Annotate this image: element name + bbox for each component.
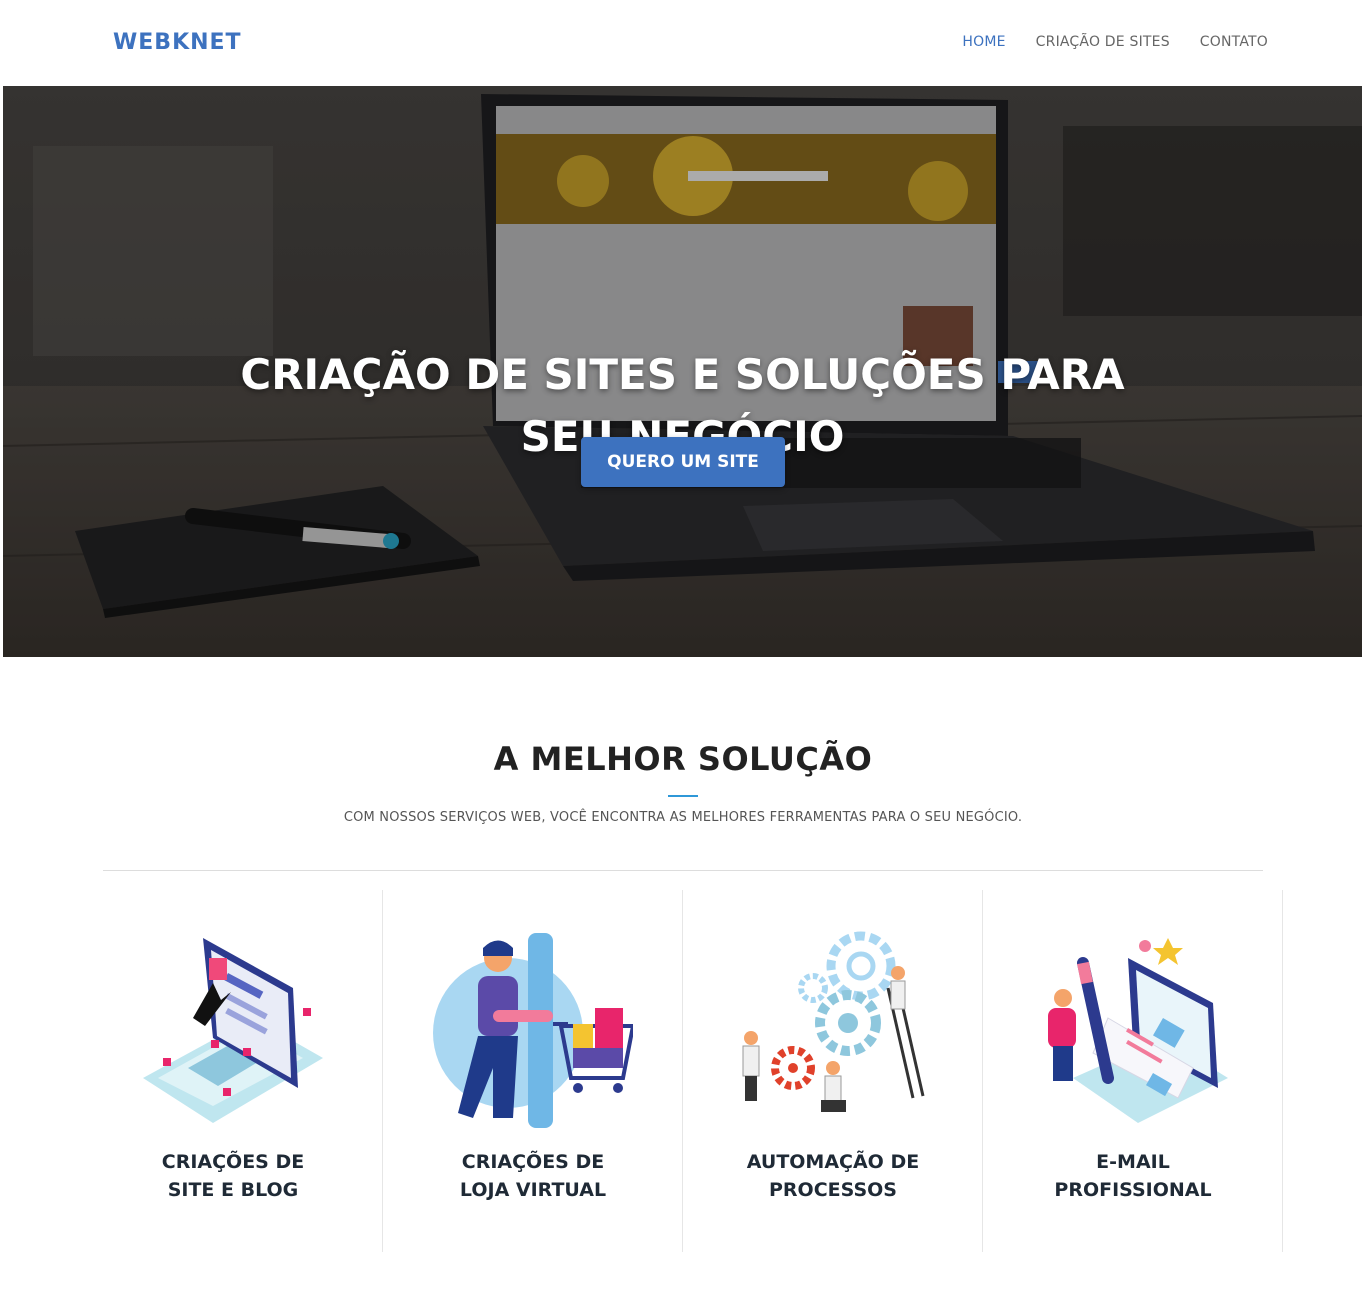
service-card-loja-virtual[interactable]: CRIAÇÕES DE LOJA VIRTUAL: [383, 890, 683, 1252]
webknet-logo[interactable]: WEBKNET: [113, 27, 253, 55]
hero-title-line1: CRIAÇÃO DE SITES E SOLUÇÕES PARA: [240, 350, 1125, 399]
nav-criacao-de-sites[interactable]: CRIAÇÃO DE SITES: [1036, 34, 1170, 50]
services-grid: CRIAÇÕES DE SITE E BLOG CRIAÇÕES DE LOJA…: [83, 890, 1283, 1252]
service-title: CRIAÇÕES DE SITE E BLOG: [83, 1148, 383, 1204]
service-title-line2: PROFISSIONAL: [1054, 1179, 1212, 1201]
service-title: CRIAÇÕES DE LOJA VIRTUAL: [383, 1148, 683, 1204]
main-nav: HOME CRIAÇÃO DE SITES CONTATO: [962, 34, 1268, 50]
gears-team-icon: [742, 931, 925, 1112]
hero-banner: CRIAÇÃO DE SITES E SOLUÇÕES PARA SEU NEG…: [3, 86, 1362, 657]
service-title-line2: PROCESSOS: [769, 1179, 897, 1201]
section-divider: [103, 870, 1263, 871]
service-title-line1: E-MAIL: [1096, 1151, 1170, 1173]
nav-contato[interactable]: CONTATO: [1200, 34, 1268, 50]
email-pencil-icon: [1048, 938, 1228, 1123]
laptop-blog-icon: [143, 938, 323, 1123]
service-title: AUTOMAÇÃO DE PROCESSOS: [683, 1148, 983, 1204]
service-title: E-MAIL PROFISSIONAL: [983, 1148, 1283, 1204]
quero-um-site-button[interactable]: QUERO UM SITE: [581, 437, 785, 487]
shopping-cart-icon: [433, 933, 633, 1128]
section-title-underline: [668, 795, 698, 797]
service-card-site-blog[interactable]: CRIAÇÕES DE SITE E BLOG: [83, 890, 383, 1252]
service-card-email[interactable]: E-MAIL PROFISSIONAL: [983, 890, 1283, 1252]
site-header: WEBKNET HOME CRIAÇÃO DE SITES CONTATO: [0, 0, 1366, 86]
service-title-line1: AUTOMAÇÃO DE: [746, 1151, 920, 1173]
service-title-line2: LOJA VIRTUAL: [459, 1179, 607, 1201]
service-title-line1: CRIAÇÕES DE: [461, 1151, 605, 1173]
nav-home[interactable]: HOME: [962, 34, 1005, 50]
section-title: A MELHOR SOLUÇÃO: [493, 740, 873, 778]
service-title-line1: CRIAÇÕES DE: [161, 1151, 305, 1173]
service-title-line2: SITE E BLOG: [167, 1179, 299, 1201]
section-subtitle: COM NOSSOS SERVIÇOS WEB, VOCÊ ENCONTRA A…: [343, 810, 1023, 825]
service-card-automacao[interactable]: AUTOMAÇÃO DE PROCESSOS: [683, 890, 983, 1252]
logo-text: WEBKNET: [113, 30, 242, 55]
